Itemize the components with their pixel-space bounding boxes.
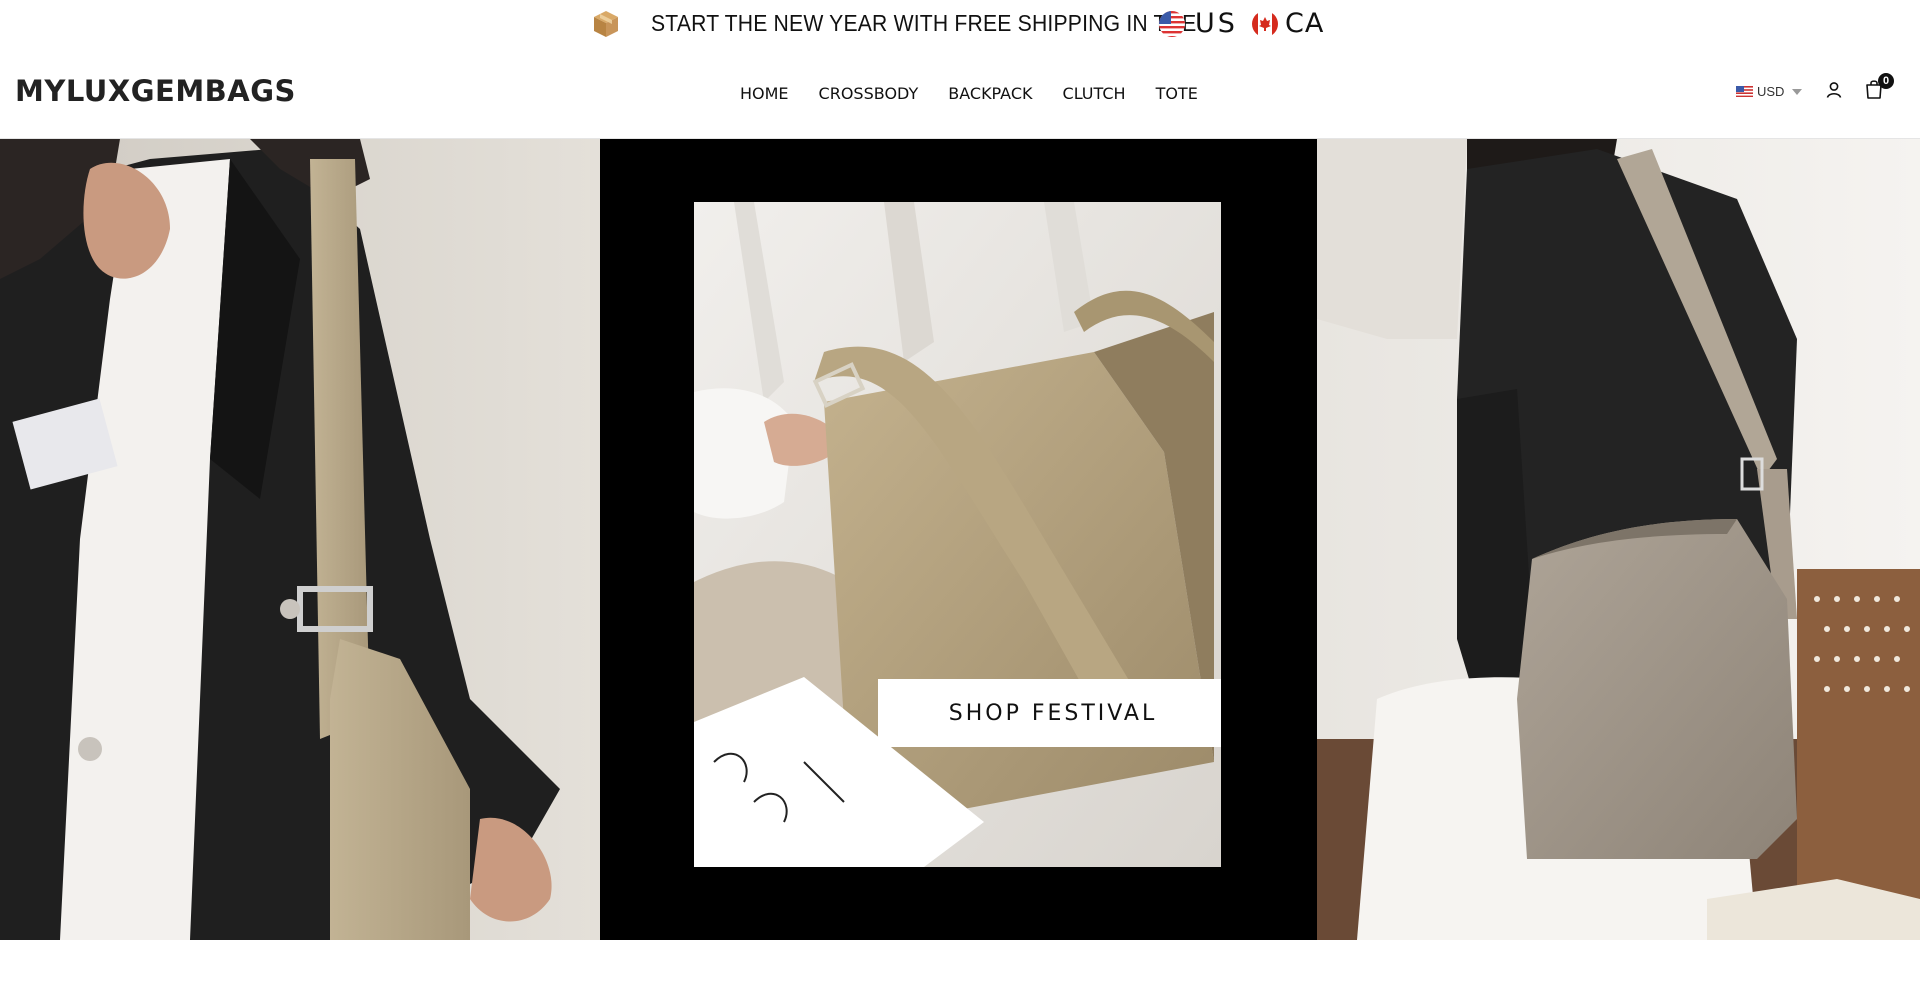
main-nav: HOME CROSSBODY BACKPACK CLUTCH TOTE [740,84,1228,103]
hero-image-left[interactable] [0,139,600,940]
nav-crossbody[interactable]: CROSSBODY [819,84,919,103]
package-icon [594,11,618,37]
site-header: MYLUXGEMBAGS HOME CROSSBODY BACKPACK CLU… [0,48,1920,139]
site-logo[interactable]: MYLUXGEMBAGS [15,74,296,108]
us-flag-icon [1736,86,1753,97]
us-label: US [1195,8,1238,39]
currency-selector[interactable]: USD [1736,84,1803,99]
nav-backpack[interactable]: BACKPACK [948,84,1032,103]
user-icon[interactable] [1825,81,1843,99]
nav-tote[interactable]: TOTE [1156,84,1198,103]
announcement-bar: START THE NEW YEAR WITH FREE SHIPPING IN… [0,0,1920,48]
hero-photo-left [0,139,600,940]
us-flag-icon [1159,11,1185,37]
hero-image-right[interactable] [1317,139,1920,940]
announcement-text: START THE NEW YEAR WITH FREE SHIPPING IN… [651,10,1197,36]
hero-image-center[interactable]: SHOP FESTIVAL [694,202,1221,867]
ca-label: CA [1285,8,1325,39]
hero-banner: SHOP FESTIVAL [0,139,1920,940]
chevron-down-icon [1792,88,1803,95]
currency-label: USD [1757,84,1785,99]
shop-festival-label: SHOP FESTIVAL [948,700,1158,726]
hero-photo-center [694,202,1221,867]
hero-feature-panel: SHOP FESTIVAL [600,139,1317,940]
hero-photo-right [1317,139,1920,940]
nav-clutch[interactable]: CLUTCH [1063,84,1126,103]
cart-count-badge: 0 [1878,73,1894,89]
nav-home[interactable]: HOME [740,84,789,103]
canada-flag-icon [1252,11,1278,37]
shop-festival-button[interactable]: SHOP FESTIVAL [878,679,1221,747]
